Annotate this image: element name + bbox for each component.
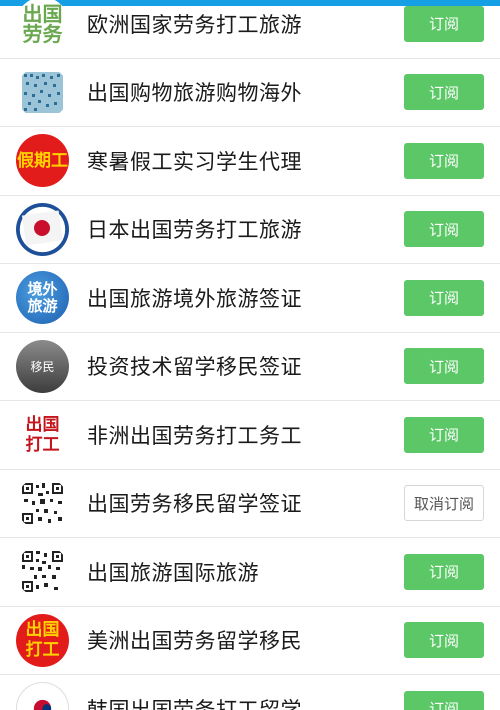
- subscribe-button[interactable]: 订阅: [404, 211, 484, 248]
- list-item[interactable]: 出国劳务 欧洲国家劳务打工旅游 订阅: [0, 0, 500, 59]
- account-title: 出国劳务移民留学签证: [87, 492, 302, 517]
- subscribe-button[interactable]: 订阅: [404, 690, 484, 710]
- list-item[interactable]: 出国打工 非洲出国劳务打工务工 订阅: [0, 401, 500, 470]
- list-item[interactable]: 出国旅游国际旅游 订阅: [0, 538, 500, 607]
- qr-code-icon: [16, 65, 69, 119]
- avatar-text: 境外旅游: [27, 279, 58, 315]
- account-title: 欧洲国家劳务打工旅游: [87, 12, 302, 37]
- subscribe-button[interactable]: 订阅: [404, 416, 484, 453]
- list-item[interactable]: 日本出国劳务打工旅游 订阅: [0, 196, 500, 264]
- account-title: 出国旅游国际旅游: [87, 560, 259, 585]
- subscribe-button[interactable]: 订阅: [404, 553, 484, 590]
- subscribe-button[interactable]: 订阅: [404, 74, 484, 111]
- avatar: 出国打工: [16, 613, 69, 667]
- subscribe-button[interactable]: 订阅: [404, 5, 484, 42]
- list-item[interactable]: 韩国出国劳务打工留学 订阅: [0, 675, 500, 710]
- avatar-text: 出国劳务: [22, 1, 63, 46]
- japan-flag-icon: [16, 202, 69, 256]
- list-item[interactable]: 移民 投资技术留学移民签证 订阅: [0, 333, 500, 401]
- subscribe-button[interactable]: 订阅: [404, 622, 484, 659]
- avatar-text: 移民: [30, 359, 55, 374]
- list-item[interactable]: 境外旅游 出国旅游境外旅游签证 订阅: [0, 264, 500, 333]
- account-title: 寒暑假工实习学生代理: [87, 149, 302, 174]
- avatar: 出国打工: [16, 408, 69, 462]
- list-item[interactable]: 出国劳务移民留学签证 取消订阅: [0, 470, 500, 538]
- list-item[interactable]: 假期工 寒暑假工实习学生代理 订阅: [0, 127, 500, 196]
- avatar: 境外旅游: [16, 271, 69, 325]
- account-title: 日本出国劳务打工旅游: [87, 218, 302, 243]
- avatar-text: 出国打工: [25, 414, 60, 455]
- qr-code-icon: [16, 545, 69, 599]
- avatar: 出国劳务: [16, 0, 69, 51]
- account-title: 美洲出国劳务留学移民: [87, 629, 302, 654]
- account-title: 出国旅游境外旅游签证: [87, 286, 302, 311]
- account-title: 韩国出国劳务打工留学: [87, 697, 302, 710]
- korea-flag-icon: [16, 682, 69, 710]
- avatar: 假期工: [16, 134, 69, 188]
- subscription-list: 出国劳务 欧洲国家劳务打工旅游 订阅 出国购物旅游购物海外 订阅 假期工 寒暑假…: [0, 0, 500, 710]
- avatar-text: 假期工: [17, 150, 68, 171]
- subscribe-button[interactable]: 订阅: [404, 142, 484, 179]
- account-title: 投资技术留学移民签证: [87, 355, 302, 380]
- avatar: 移民: [16, 339, 69, 393]
- unsubscribe-button[interactable]: 取消订阅: [404, 485, 484, 522]
- list-item[interactable]: 出国打工 美洲出国劳务留学移民 订阅: [0, 607, 500, 675]
- account-title: 出国购物旅游购物海外: [87, 81, 302, 106]
- list-item[interactable]: 出国购物旅游购物海外 订阅: [0, 59, 500, 127]
- subscribe-button[interactable]: 订阅: [404, 348, 484, 385]
- account-title: 非洲出国劳务打工务工: [87, 423, 302, 448]
- qr-code-icon: [16, 476, 69, 530]
- subscribe-button[interactable]: 订阅: [404, 279, 484, 316]
- avatar-text: 出国打工: [25, 620, 60, 661]
